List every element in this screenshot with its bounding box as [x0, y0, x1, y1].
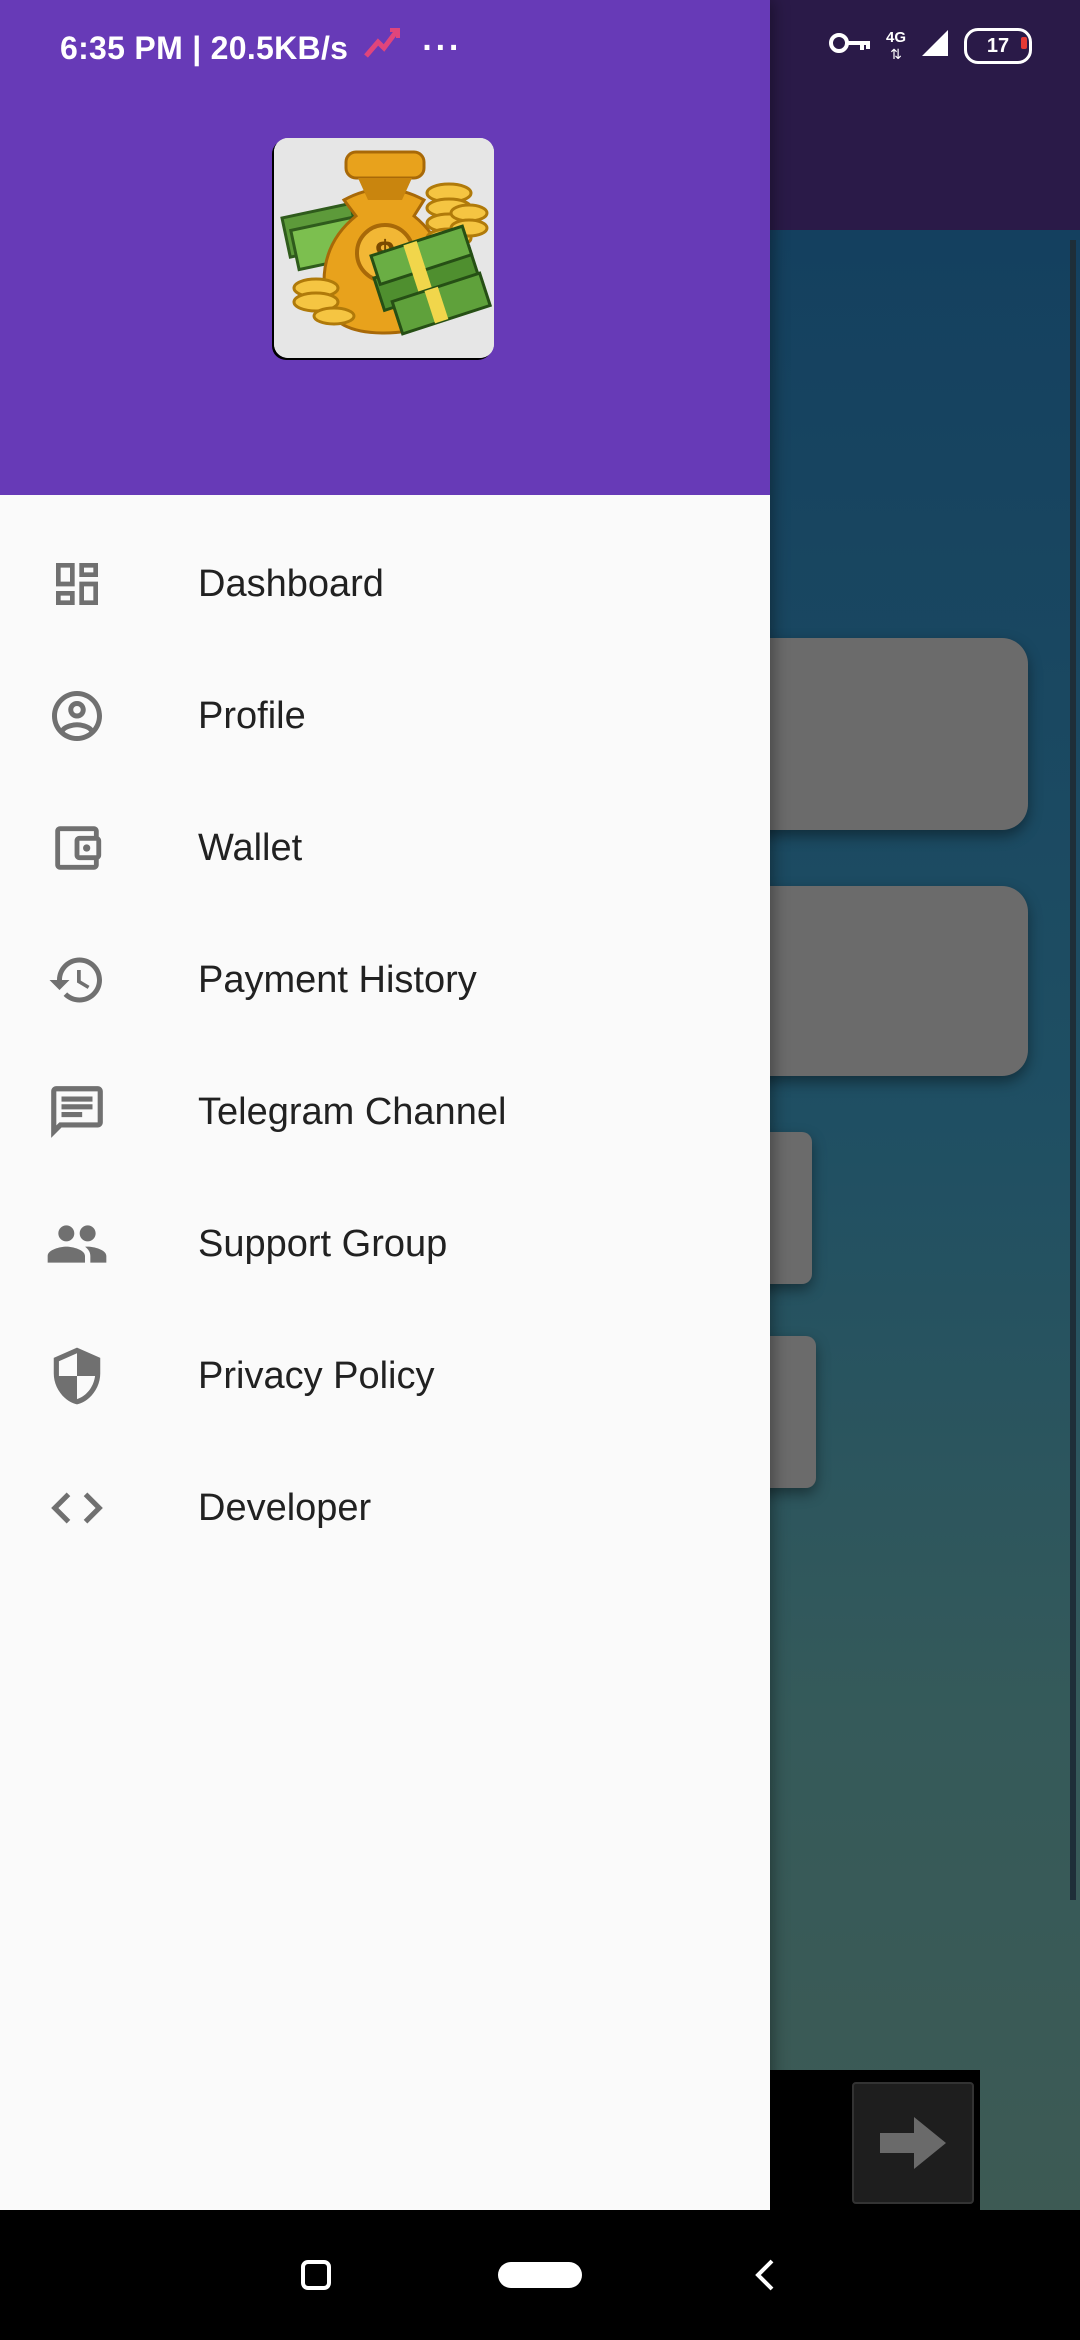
- people-icon: [44, 1211, 110, 1277]
- menu-item-dashboard[interactable]: Dashboard: [0, 518, 770, 650]
- menu-item-label: Dashboard: [198, 562, 384, 605]
- status-time-speed: 6:35 PM | 20.5KB/s: [60, 29, 349, 66]
- money-bag-coins-icon: $: [274, 138, 494, 358]
- vpn-key-icon: [828, 30, 872, 62]
- recents-button[interactable]: [286, 2210, 346, 2340]
- menu-item-support-group[interactable]: Support Group: [0, 1178, 770, 1310]
- history-icon: [44, 947, 110, 1013]
- network-type-label: 4G: [885, 29, 906, 46]
- menu-item-label: Telegram Channel: [198, 1090, 507, 1133]
- status-bar: 6:35 PM | 20.5KB/s ··· 4G ⇅ 17: [0, 0, 1080, 96]
- menu-item-payment-history[interactable]: Payment History: [0, 914, 770, 1046]
- notification-icon: [362, 26, 402, 70]
- more-notifications-icon: ···: [422, 28, 463, 67]
- home-icon: [498, 2262, 582, 2288]
- status-right: 4G ⇅ 17: [828, 28, 1032, 64]
- menu-item-profile[interactable]: Profile: [0, 650, 770, 782]
- background-scrollbar: [1070, 240, 1076, 1900]
- menu-item-label: Wallet: [198, 826, 303, 869]
- menu-item-label: Support Group: [198, 1222, 448, 1265]
- shield-icon: [44, 1343, 110, 1409]
- menu-item-telegram-channel[interactable]: Telegram Channel: [0, 1046, 770, 1178]
- wallet-icon: [44, 815, 110, 881]
- menu-item-label: Privacy Policy: [198, 1354, 435, 1397]
- account-circle-icon: [44, 683, 110, 749]
- code-icon: [44, 1475, 110, 1541]
- menu-item-wallet[interactable]: Wallet: [0, 782, 770, 914]
- signal-icon: [920, 28, 950, 64]
- menu-item-label: Payment History: [198, 958, 477, 1001]
- drawer-menu: Dashboard Profile Wallet Payment History: [0, 518, 770, 1574]
- back-icon: [755, 2259, 774, 2291]
- battery-level: 17: [986, 34, 1010, 57]
- network-type-icon: 4G ⇅: [885, 29, 906, 63]
- dashboard-icon: [44, 551, 110, 617]
- menu-item-label: Developer: [198, 1486, 372, 1529]
- chat-icon: [44, 1079, 110, 1145]
- system-navigation-bar: [0, 2210, 1080, 2340]
- battery-icon: 17: [964, 28, 1032, 64]
- menu-item-label: Profile: [198, 694, 306, 737]
- navigation-drawer: $: [0, 0, 770, 2210]
- menu-item-developer[interactable]: Developer: [0, 1442, 770, 1574]
- home-button[interactable]: [494, 2210, 586, 2340]
- arrow-right-icon: [880, 2117, 946, 2169]
- status-left: 6:35 PM | 20.5KB/s ···: [60, 26, 462, 70]
- back-button[interactable]: [740, 2210, 790, 2340]
- next-arrow-button[interactable]: [852, 2082, 974, 2204]
- menu-item-privacy-policy[interactable]: Privacy Policy: [0, 1310, 770, 1442]
- recents-icon: [301, 2260, 331, 2290]
